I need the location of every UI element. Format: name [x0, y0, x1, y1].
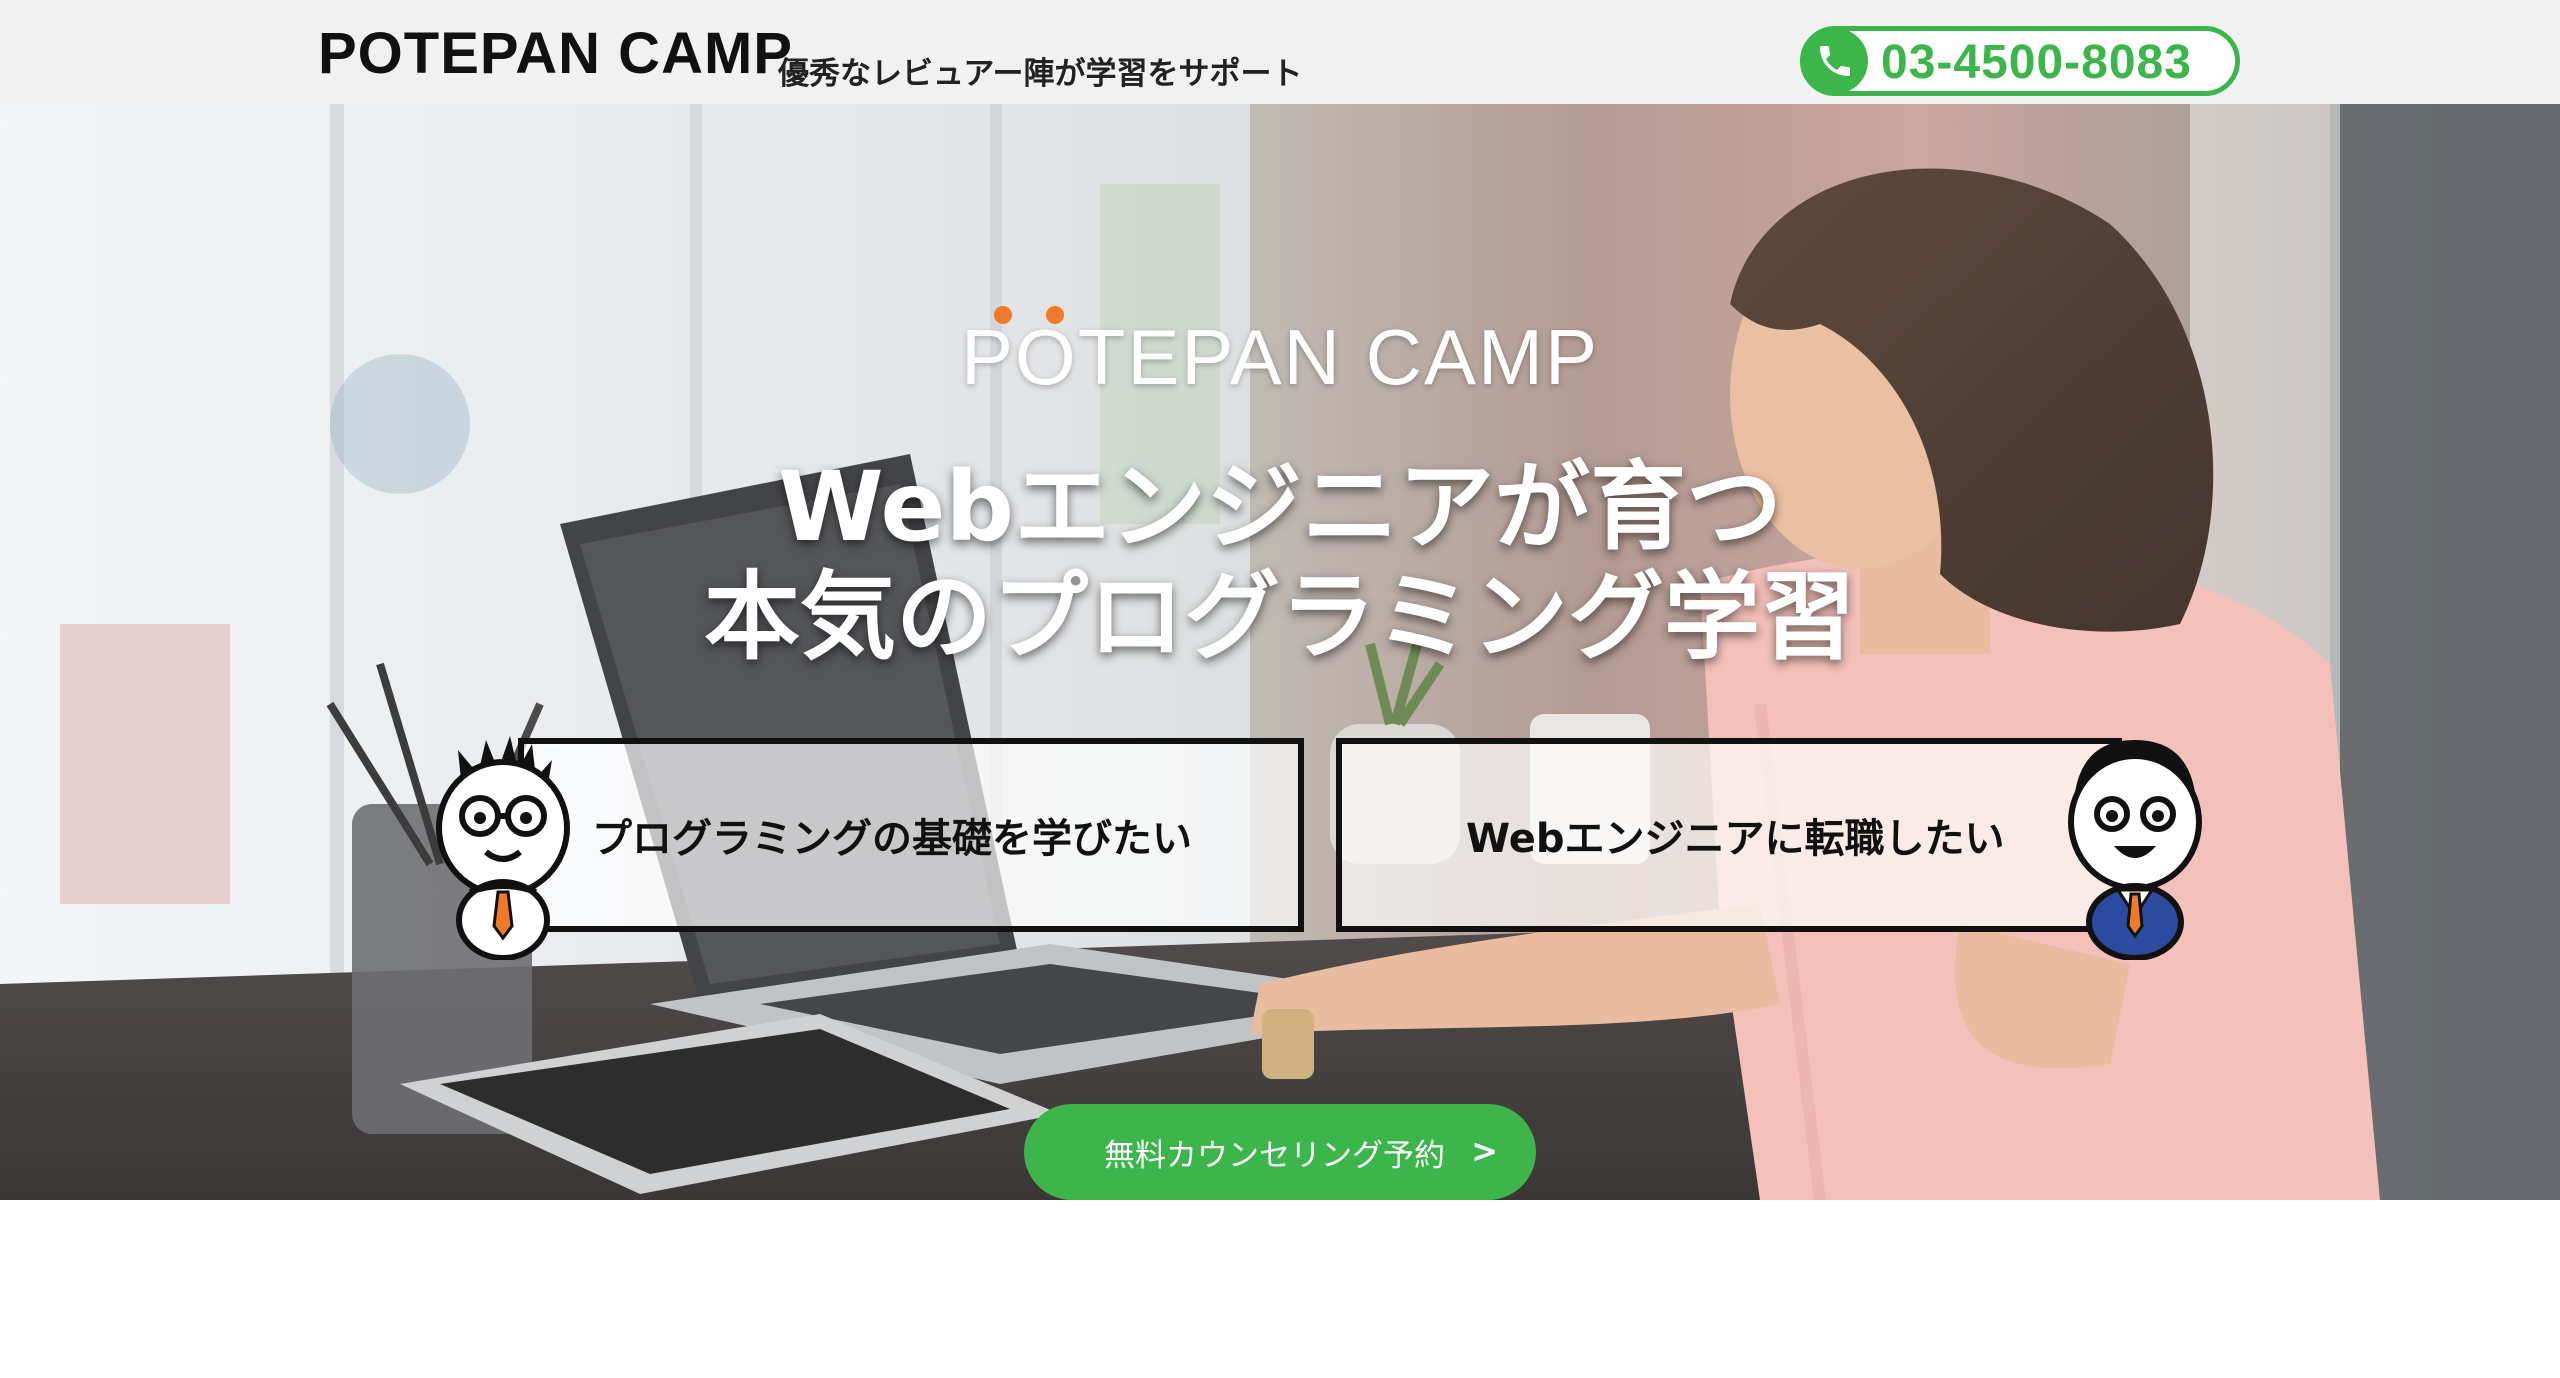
hero-logo: POTEPAN CAMP — [950, 306, 1610, 402]
choice-learn-basics-button[interactable]: プログラミングの基礎を学びたい — [518, 738, 1304, 932]
site-logo[interactable]: POTEPAN CAMP — [318, 22, 793, 86]
logo-dot-icon — [1046, 306, 1064, 324]
hero-section: POTEPAN CAMP Webエンジニアが育つ 本気のプログラミング学習 プロ… — [0, 104, 2560, 1200]
header-tagline: 優秀なレビュアー陣が学習をサポート — [778, 56, 1303, 92]
hero-logo-text: POTEPAN CAMP — [961, 313, 1599, 401]
suit-mascot-icon — [2068, 740, 2202, 960]
phone-number: 03-4500-8083 — [1881, 36, 2192, 89]
free-counseling-button[interactable]: 無料カウンセリング予約 > — [1024, 1104, 1536, 1200]
choice-career-change-button[interactable]: Webエンジニアに転職したい — [1336, 738, 2122, 932]
logo-text: POTEPAN CAMP — [318, 21, 793, 86]
phone-button[interactable]: 03-4500-8083 — [1800, 26, 2240, 96]
logo-dot-icon — [994, 306, 1012, 324]
phone-icon — [1802, 28, 1868, 94]
headline-line-1: Webエンジニアが育つ — [777, 451, 1783, 563]
cta-label: 無料カウンセリング予約 — [1104, 1137, 1445, 1174]
glasses-mascot-icon — [436, 736, 570, 960]
site-header: POTEPAN CAMP 優秀なレビュアー陣が学習をサポート 03-4500-8… — [0, 0, 2560, 104]
choice-career-change-label: Webエンジニアに転職したい — [1466, 816, 2005, 862]
hero-headline: Webエンジニアが育つ 本気のプログラミング学習 — [600, 452, 1960, 672]
headline-line-2: 本気のプログラミング学習 — [704, 561, 1856, 673]
chevron-right-icon: > — [1471, 1132, 1498, 1170]
choice-learn-basics-label: プログラミングの基礎を学びたい — [592, 816, 1192, 862]
